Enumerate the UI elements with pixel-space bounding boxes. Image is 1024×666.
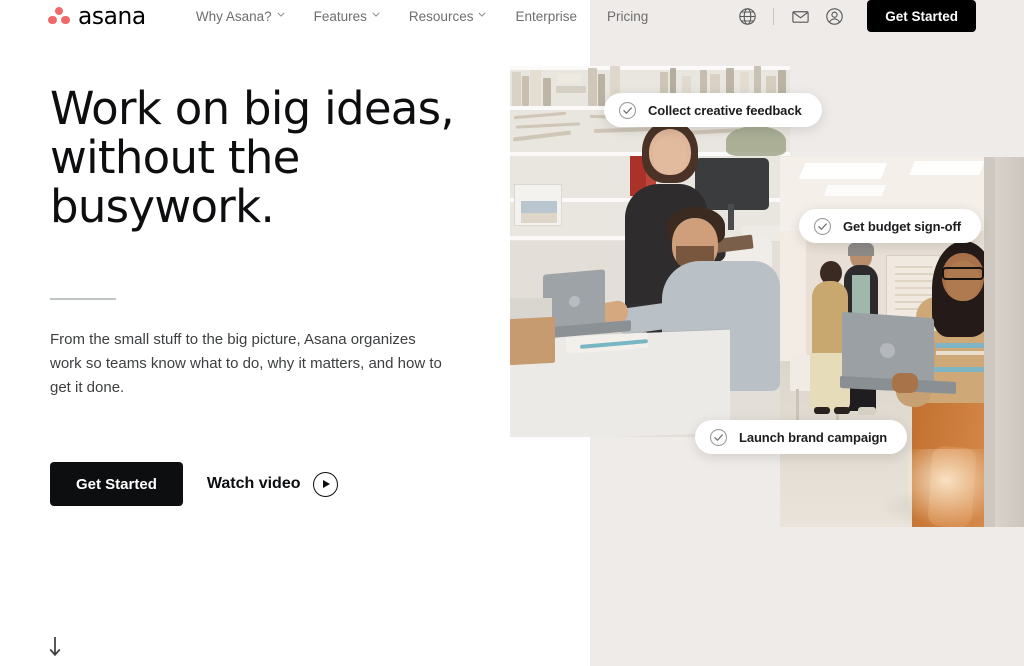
nav-item-why-asana-label: Why Asana? — [195, 8, 272, 24]
nav-get-started-button[interactable]: Get Started — [867, 0, 976, 32]
hero-content: Work on big ideas, without the busywork.… — [50, 84, 500, 506]
task-pill-launch-brand-campaign[interactable]: Launch brand campaign — [695, 420, 908, 454]
chevron-down-icon — [277, 12, 285, 19]
play-circle-icon — [312, 471, 338, 497]
arrow-down-icon[interactable] — [48, 636, 62, 663]
nav-item-features-label: Features — [313, 8, 367, 24]
nav-links: Why Asana? Features Resources Enterprise — [181, 9, 663, 24]
hero-cta-row: Get Started Watch video — [50, 462, 500, 506]
watch-video-button[interactable]: Watch video — [206, 471, 338, 497]
hero-divider — [50, 298, 116, 300]
top-navigation-bar: asana Why Asana? Features Resources Ente… — [0, 0, 1024, 32]
task-pill-collect-creative-feedback[interactable]: Collect creative feedback — [604, 93, 822, 127]
page-title: Work on big ideas, without the busywork. — [50, 84, 500, 231]
globe-icon[interactable] — [730, 0, 764, 32]
chevron-down-icon — [372, 12, 380, 19]
watch-video-label: Watch video — [206, 475, 301, 492]
asana-dots-logo-icon — [48, 6, 70, 26]
nav-item-features[interactable]: Features — [299, 9, 394, 24]
headline-line-3: busywork. — [50, 180, 275, 233]
asana-wordmark: asana — [78, 2, 146, 30]
nav-item-resources[interactable]: Resources — [394, 9, 501, 24]
nav-item-why-asana[interactable]: Why Asana? — [181, 9, 299, 24]
hero-get-started-button[interactable]: Get Started — [50, 462, 183, 506]
nav-item-pricing-label: Pricing — [606, 8, 649, 24]
task-pill-label: Get budget sign-off — [843, 218, 961, 234]
task-pill-label: Collect creative feedback — [648, 102, 802, 118]
nav-divider — [773, 7, 775, 25]
task-pill-label: Launch brand campaign — [739, 429, 888, 445]
headline-line-1: Work on big ideas, — [50, 82, 455, 135]
check-circle-icon — [618, 101, 637, 120]
nav-item-enterprise[interactable]: Enterprise — [500, 9, 592, 24]
hero-subcopy: From the small stuff to the big picture,… — [50, 331, 442, 396]
nav-utility-group: Get Started — [730, 0, 976, 32]
asana-logo[interactable]: asana — [48, 0, 147, 32]
check-circle-icon — [813, 217, 832, 236]
check-circle-icon — [709, 428, 728, 447]
task-pill-get-budget-sign-off[interactable]: Get budget sign-off — [799, 209, 981, 243]
user-circle-icon[interactable] — [817, 0, 851, 32]
nav-item-resources-label: Resources — [408, 8, 474, 24]
nav-item-pricing[interactable]: Pricing — [592, 9, 663, 24]
nav-item-enterprise-label: Enterprise — [515, 8, 577, 24]
headline-line-2: without the — [50, 131, 300, 184]
page-root: asana Why Asana? Features Resources Ente… — [0, 0, 1024, 666]
envelope-icon[interactable] — [783, 0, 817, 32]
chevron-down-icon — [478, 12, 486, 19]
